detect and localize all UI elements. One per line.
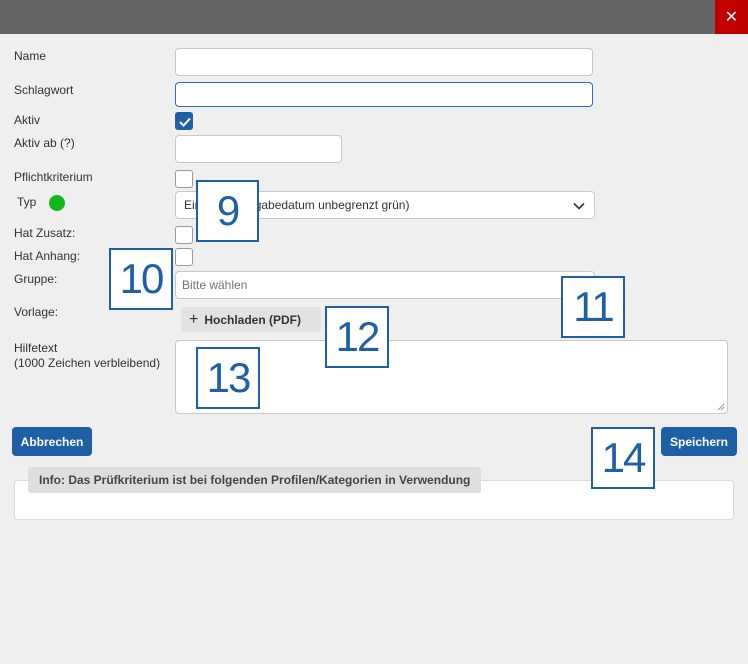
save-button[interactable]: Speichern [661, 427, 737, 456]
annotation-badge-12: 12 [325, 306, 389, 368]
usage-info-label: Info: Das Prüfkriterium ist bei folgende… [28, 467, 482, 493]
annotation-badge-10: 10 [109, 248, 173, 310]
hat-anhang-label: Hat Anhang: [14, 249, 81, 263]
close-button[interactable]: ✕ [715, 0, 748, 34]
name-label: Name [14, 49, 47, 63]
upload-pdf-label: Hochladen (PDF) [204, 312, 302, 327]
typ-label: Typ [17, 195, 37, 209]
annotation-badge-11: 11 [561, 276, 625, 338]
annotation-badge-9: 9 [196, 180, 259, 242]
checkmark-icon [179, 117, 191, 127]
cancel-button[interactable]: Abbrechen [12, 427, 92, 456]
schlagwort-input[interactable] [175, 82, 593, 107]
resize-handle-icon[interactable] [717, 403, 725, 411]
upload-pdf-button[interactable]: + Hochladen (PDF) [181, 307, 321, 332]
gruppe-input[interactable] [175, 271, 595, 299]
hat-zusatz-checkbox[interactable] [175, 226, 193, 244]
name-input[interactable] [175, 48, 593, 76]
pflichtkriterium-label: Pflichtkriterium [14, 170, 93, 184]
aktiv-label: Aktiv [14, 113, 41, 127]
hilfetext-label: Hilfetext [14, 341, 58, 355]
vorlage-label: Vorlage: [14, 305, 59, 319]
plus-icon: + [189, 310, 199, 328]
annotation-badge-13: 13 [196, 347, 260, 409]
dialog-titlebar: ✕ [0, 0, 748, 34]
annotation-badge-14: 14 [591, 427, 655, 489]
hat-zusatz-label: Hat Zusatz: [14, 226, 76, 240]
schlagwort-label: Schlagwort [14, 83, 74, 97]
hat-anhang-checkbox[interactable] [175, 248, 193, 266]
aktiv-ab-input[interactable] [175, 135, 342, 163]
gruppe-label: Gruppe: [14, 272, 58, 286]
hilfetext-counter: (1000 Zeichen verbleibend) [14, 356, 161, 370]
aktiv-checkbox[interactable] [175, 112, 193, 130]
aktiv-ab-label: Aktiv ab (?) [14, 136, 75, 150]
pflichtkriterium-checkbox[interactable] [175, 170, 193, 188]
typ-status-dot [49, 195, 65, 211]
close-icon: ✕ [724, 9, 739, 26]
chevron-down-icon [573, 202, 585, 210]
